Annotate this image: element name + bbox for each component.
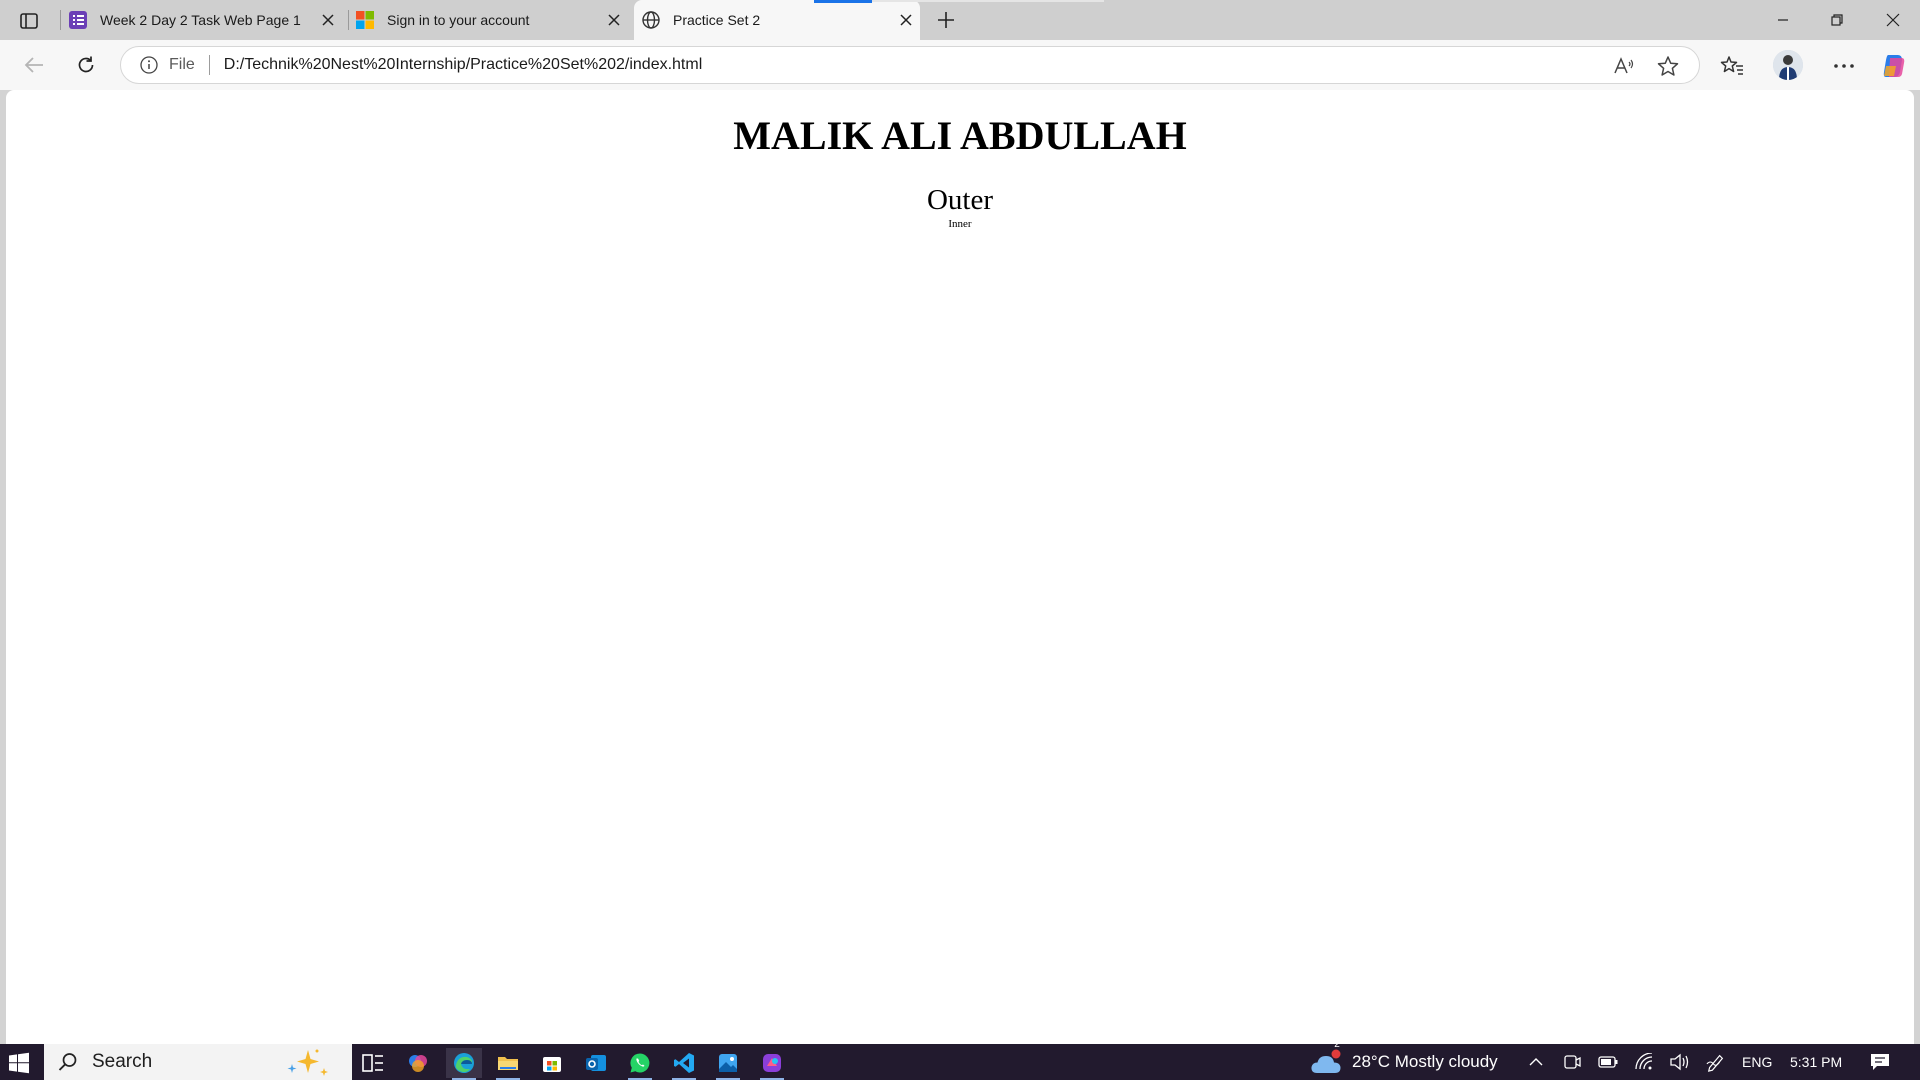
notifications-button[interactable] xyxy=(1870,1052,1890,1072)
volume-icon[interactable] xyxy=(1670,1052,1690,1072)
outlook-button[interactable] xyxy=(578,1048,614,1078)
inner-text: Inner xyxy=(948,218,972,230)
tab-title: Sign in to your account xyxy=(387,12,530,28)
microsoft-logo-icon xyxy=(356,11,374,29)
file-explorer-button[interactable] xyxy=(490,1048,526,1080)
store-icon xyxy=(543,1057,561,1072)
back-arrow-icon xyxy=(24,57,43,73)
forms-icon xyxy=(69,11,87,29)
chevron-up-icon xyxy=(1529,1058,1543,1066)
weather-text[interactable]: 28°C Mostly cloudy xyxy=(1352,1044,1498,1080)
outlook-icon xyxy=(586,1055,606,1071)
copilot-button[interactable] xyxy=(1878,50,1910,82)
tab-close-icon[interactable] xyxy=(604,10,624,30)
close-window-button[interactable] xyxy=(1866,0,1920,40)
minimize-icon xyxy=(1778,19,1788,21)
search-icon xyxy=(58,1053,77,1071)
copilot-app-icon xyxy=(409,1055,427,1072)
tab-separator xyxy=(348,10,349,30)
task-view-icon xyxy=(362,1054,383,1072)
tab-practice-set-2[interactable]: Practice Set 2 xyxy=(634,0,920,40)
page-loading-indicator xyxy=(814,0,872,3)
taskbar-search-box[interactable]: Search xyxy=(44,1044,352,1080)
info-icon[interactable] xyxy=(139,55,159,75)
tab-sign-in[interactable]: Sign in to your account xyxy=(355,0,628,40)
back-button[interactable] xyxy=(16,48,52,82)
page-heading: MALIK ALI ABDULLAH xyxy=(733,113,1187,158)
tab-actions-icon xyxy=(20,13,38,29)
tab-actions-button[interactable] xyxy=(14,8,44,34)
edge-app-button[interactable] xyxy=(446,1048,482,1080)
page-viewport: MALIK ALI ABDULLAH Outer Inner xyxy=(6,90,1914,1044)
favorite-star-icon[interactable] xyxy=(1657,55,1679,77)
read-aloud-icon[interactable] xyxy=(1613,55,1635,77)
outer-text: Outer xyxy=(926,184,994,216)
favorites-icon xyxy=(1720,56,1743,75)
vs-code-icon xyxy=(674,1053,694,1073)
refresh-button[interactable] xyxy=(68,48,104,82)
windows-logo-icon xyxy=(9,1052,29,1074)
copilot-sparkle-icon xyxy=(287,1049,328,1076)
clock[interactable]: 5:31 PM xyxy=(1790,1044,1842,1080)
tab-title: Week 2 Day 2 Task Web Page 1 xyxy=(100,12,301,28)
microsoft-store-button[interactable] xyxy=(534,1048,570,1078)
tab-strip: Week 2 Day 2 Task Web Page 1 Sign in to … xyxy=(0,0,1920,40)
address-url[interactable]: D:/Technik%20Nest%20Internship/Practice%… xyxy=(224,56,702,74)
refresh-icon xyxy=(78,56,94,73)
tab-separator xyxy=(60,10,61,30)
address-scheme-label: File xyxy=(169,56,195,73)
canva-button[interactable] xyxy=(754,1048,790,1080)
profile-avatar[interactable] xyxy=(1773,50,1803,80)
wifi-icon[interactable] xyxy=(1634,1052,1654,1072)
whatsapp-button[interactable] xyxy=(622,1048,658,1080)
plus-icon xyxy=(938,12,954,28)
start-button[interactable] xyxy=(8,1052,30,1074)
photos-icon xyxy=(719,1054,737,1072)
tab-close-icon[interactable] xyxy=(318,10,338,30)
edge-icon xyxy=(454,1053,474,1073)
vs-code-button[interactable] xyxy=(666,1048,702,1080)
close-icon xyxy=(1886,13,1900,27)
copilot-icon xyxy=(1883,55,1905,77)
new-tab-button[interactable] xyxy=(930,6,962,34)
canva-icon xyxy=(763,1054,781,1072)
address-bar[interactable]: File D:/Technik%20Nest%20Internship/Prac… xyxy=(120,46,1700,84)
settings-more-button[interactable] xyxy=(1828,50,1860,82)
favorites-button[interactable] xyxy=(1716,50,1748,82)
browser-toolbar: File D:/Technik%20Nest%20Internship/Prac… xyxy=(0,40,1920,90)
whatsapp-icon xyxy=(630,1053,650,1073)
battery-icon[interactable] xyxy=(1598,1052,1618,1072)
restore-button[interactable] xyxy=(1810,0,1864,40)
photos-button[interactable] xyxy=(710,1048,746,1080)
copilot-app-button[interactable] xyxy=(400,1048,436,1078)
address-divider xyxy=(208,55,210,75)
folder-icon xyxy=(498,1057,518,1070)
profile-photo-icon xyxy=(1773,50,1803,80)
language-indicator[interactable]: ENG xyxy=(1742,1044,1772,1080)
restore-icon xyxy=(1831,14,1843,26)
notification-icon xyxy=(1871,1054,1889,1070)
tab-title: Practice Set 2 xyxy=(673,12,761,28)
show-hidden-icons-button[interactable] xyxy=(1526,1052,1546,1072)
pen-menu-icon[interactable] xyxy=(1706,1052,1726,1072)
more-dots-icon xyxy=(1834,64,1854,68)
task-view-button[interactable] xyxy=(355,1048,391,1078)
minimize-button[interactable] xyxy=(1756,0,1810,40)
meet-now-icon[interactable] xyxy=(1562,1052,1582,1072)
windows-taskbar: Search 2 28°C Mostly cloudy ENG 5:31 PM xyxy=(0,1039,1920,1080)
tab-forms[interactable]: Week 2 Day 2 Task Web Page 1 xyxy=(68,0,342,40)
globe-icon xyxy=(642,11,660,29)
search-label: Search xyxy=(92,1051,153,1072)
page-loading-track xyxy=(872,0,1104,2)
weather-badge: 2 xyxy=(1334,1038,1340,1050)
tab-close-icon[interactable] xyxy=(896,10,916,30)
